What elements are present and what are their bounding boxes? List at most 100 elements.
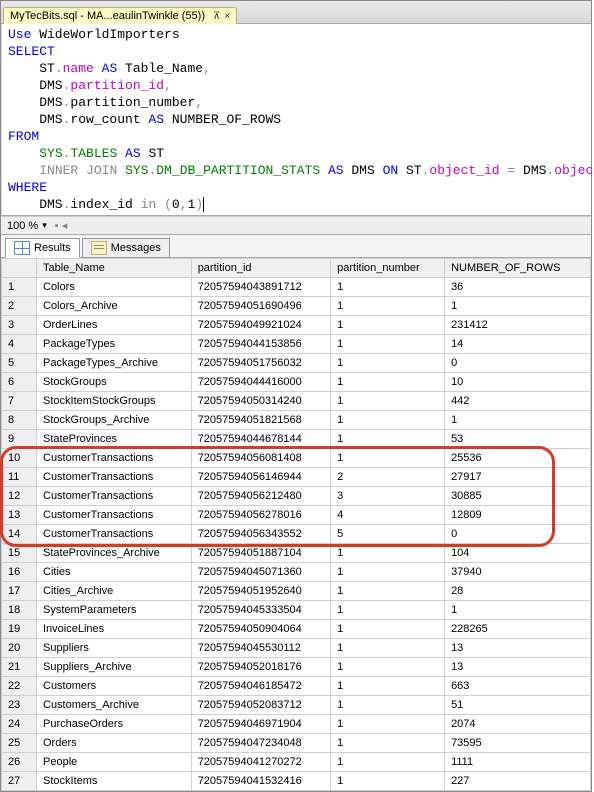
cell[interactable]: 72057594052083712 [191, 696, 330, 715]
row-number[interactable]: 21 [2, 658, 37, 677]
cell[interactable]: 72057594046185472 [191, 677, 330, 696]
column-header[interactable]: partition_number [331, 259, 445, 278]
cell[interactable]: 72057594041532416 [191, 772, 330, 791]
row-number[interactable]: 11 [2, 468, 37, 487]
row-number[interactable]: 6 [2, 373, 37, 392]
results-grid[interactable]: Table_Namepartition_idpartition_numberNU… [1, 258, 591, 791]
cell[interactable]: 1 [331, 658, 445, 677]
table-row[interactable]: 1Colors72057594043891712136 [2, 278, 591, 297]
cell[interactable]: 72057594044678144 [191, 430, 330, 449]
table-row[interactable]: 4PackageTypes72057594044153856114 [2, 335, 591, 354]
cell[interactable]: StateProvinces_Archive [37, 544, 192, 563]
document-tab[interactable]: MyTecBits.sql - MA...eaulinTwinkle (55))… [3, 7, 237, 24]
row-number[interactable]: 9 [2, 430, 37, 449]
cell[interactable]: 1 [331, 734, 445, 753]
cell[interactable]: Customers_Archive [37, 696, 192, 715]
table-row[interactable]: 7StockItemStockGroups7205759405031424014… [2, 392, 591, 411]
cell[interactable]: 1 [331, 544, 445, 563]
cell[interactable]: 5 [331, 525, 445, 544]
table-row[interactable]: 11CustomerTransactions720575940561469442… [2, 468, 591, 487]
row-number[interactable]: 4 [2, 335, 37, 354]
table-row[interactable]: 24PurchaseOrders7205759404697190412074 [2, 715, 591, 734]
table-row[interactable]: 25Orders72057594047234048173595 [2, 734, 591, 753]
cell[interactable]: 27917 [445, 468, 591, 487]
row-number[interactable]: 14 [2, 525, 37, 544]
column-header[interactable]: NUMBER_OF_ROWS [445, 259, 591, 278]
row-number[interactable]: 19 [2, 620, 37, 639]
row-number[interactable]: 23 [2, 696, 37, 715]
table-row[interactable]: 22Customers720575940461854721663 [2, 677, 591, 696]
chevron-down-icon[interactable]: ▾ [42, 220, 47, 231]
sql-editor[interactable]: Use WideWorldImporters SELECT ST.name AS… [1, 24, 591, 216]
table-row[interactable]: 18SystemParameters7205759404533350411 [2, 601, 591, 620]
cell[interactable]: 1 [331, 772, 445, 791]
cell[interactable]: 3 [331, 487, 445, 506]
table-row[interactable]: 21Suppliers_Archive72057594052018176113 [2, 658, 591, 677]
cell[interactable]: 1 [331, 601, 445, 620]
cell[interactable]: 1 [331, 582, 445, 601]
cell[interactable]: 1 [331, 449, 445, 468]
cell[interactable]: 72057594044416000 [191, 373, 330, 392]
cell[interactable]: 30885 [445, 487, 591, 506]
row-number[interactable]: 10 [2, 449, 37, 468]
cell[interactable]: 1 [445, 601, 591, 620]
cell[interactable]: OrderLines [37, 316, 192, 335]
cell[interactable]: 104 [445, 544, 591, 563]
cell[interactable]: 1 [331, 316, 445, 335]
table-row[interactable]: 27StockItems720575940415324161227 [2, 772, 591, 791]
table-row[interactable]: 16Cities72057594045071360137940 [2, 563, 591, 582]
table-row[interactable]: 20Suppliers72057594045530112113 [2, 639, 591, 658]
cell[interactable]: 72057594050904064 [191, 620, 330, 639]
cell[interactable]: 72057594051887104 [191, 544, 330, 563]
cell[interactable]: 72057594041270272 [191, 753, 330, 772]
cell[interactable]: 72057594052018176 [191, 658, 330, 677]
row-number[interactable]: 18 [2, 601, 37, 620]
cell[interactable]: 72057594056081408 [191, 449, 330, 468]
cell[interactable]: 1 [331, 715, 445, 734]
cell[interactable]: CustomerTransactions [37, 449, 192, 468]
cell[interactable]: StateProvinces [37, 430, 192, 449]
cell[interactable]: 1 [331, 563, 445, 582]
cell[interactable]: CustomerTransactions [37, 468, 192, 487]
cell[interactable]: Suppliers [37, 639, 192, 658]
cell[interactable]: 1 [331, 373, 445, 392]
row-number[interactable]: 27 [2, 772, 37, 791]
row-number[interactable]: 20 [2, 639, 37, 658]
cell[interactable]: 442 [445, 392, 591, 411]
cell[interactable]: Suppliers_Archive [37, 658, 192, 677]
cell[interactable]: 227 [445, 772, 591, 791]
cell[interactable]: 72057594051952640 [191, 582, 330, 601]
cell[interactable]: 1 [331, 620, 445, 639]
row-number[interactable]: 13 [2, 506, 37, 525]
table-row[interactable]: 6StockGroups72057594044416000110 [2, 373, 591, 392]
cell[interactable]: SystemParameters [37, 601, 192, 620]
table-row[interactable]: 5PackageTypes_Archive7205759405175603210 [2, 354, 591, 373]
table-row[interactable]: 19InvoiceLines720575940509040641228265 [2, 620, 591, 639]
cell[interactable]: 37940 [445, 563, 591, 582]
cell[interactable]: 1 [331, 696, 445, 715]
tab-messages[interactable]: Messages [82, 238, 170, 258]
table-row[interactable]: 15StateProvinces_Archive7205759405188710… [2, 544, 591, 563]
cell[interactable]: PurchaseOrders [37, 715, 192, 734]
row-number[interactable]: 8 [2, 411, 37, 430]
cell[interactable]: 25536 [445, 449, 591, 468]
cell[interactable]: 0 [445, 354, 591, 373]
cell[interactable]: 1 [445, 411, 591, 430]
table-row[interactable]: 9StateProvinces72057594044678144153 [2, 430, 591, 449]
cell[interactable]: 231412 [445, 316, 591, 335]
row-number[interactable]: 5 [2, 354, 37, 373]
row-number[interactable]: 17 [2, 582, 37, 601]
column-header[interactable]: partition_id [191, 259, 330, 278]
row-header-corner[interactable] [2, 259, 37, 278]
row-number[interactable]: 1 [2, 278, 37, 297]
cell[interactable]: 1 [331, 677, 445, 696]
cell[interactable]: StockGroups [37, 373, 192, 392]
splitter-handle[interactable]: ▪ ◂ [55, 219, 67, 232]
cell[interactable]: 53 [445, 430, 591, 449]
cell[interactable]: StockItemStockGroups [37, 392, 192, 411]
cell[interactable]: 72057594046971904 [191, 715, 330, 734]
cell[interactable]: 2074 [445, 715, 591, 734]
cell[interactable]: Cities [37, 563, 192, 582]
cell[interactable]: 72057594051756032 [191, 354, 330, 373]
table-row[interactable]: 12CustomerTransactions720575940562124803… [2, 487, 591, 506]
